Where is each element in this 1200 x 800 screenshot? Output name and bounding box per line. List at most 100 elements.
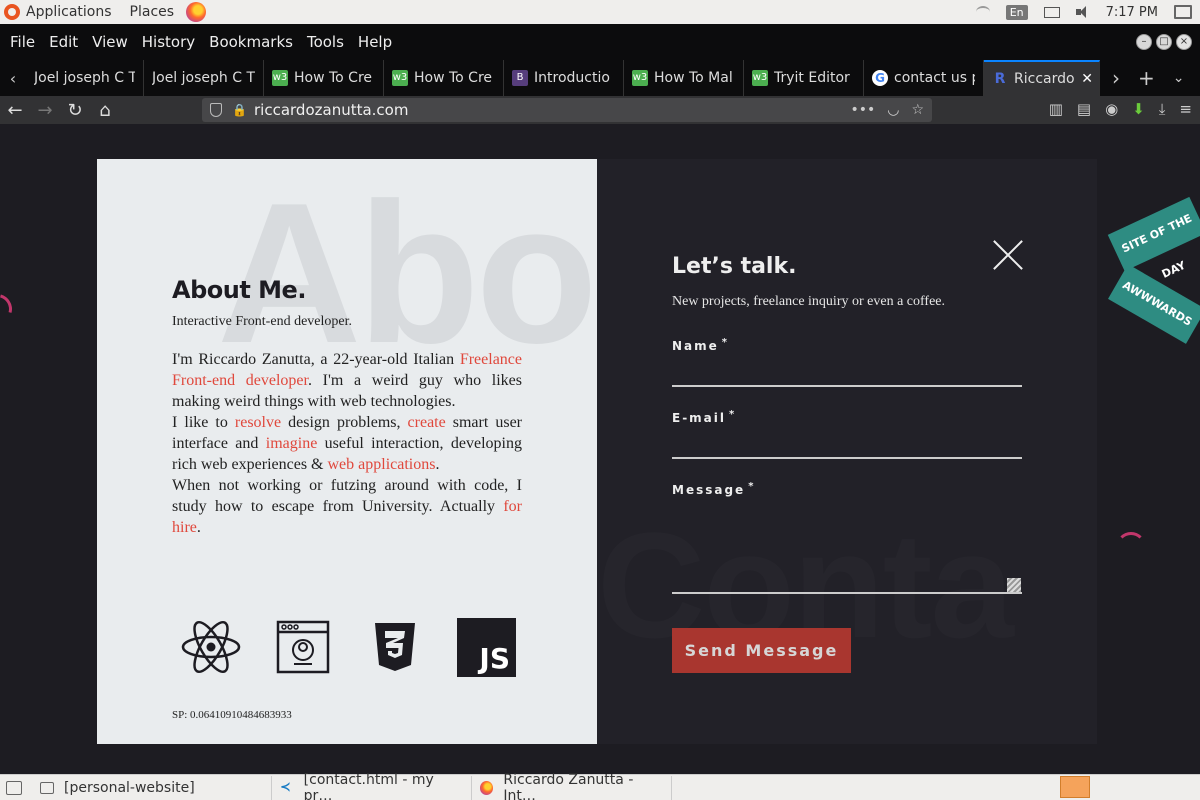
maximize-icon[interactable]: □ — [1156, 34, 1172, 50]
tab[interactable]: B Introductio — [504, 60, 624, 96]
window-close-icon[interactable]: × — [1176, 34, 1192, 50]
new-tab-icon[interactable]: + — [1138, 66, 1155, 90]
menu-edit[interactable]: Edit — [42, 33, 85, 51]
tab[interactable]: w3 How To Mal — [624, 60, 744, 96]
email-label: E-mail * — [672, 409, 736, 425]
page-actions-icon[interactable]: ••• — [850, 102, 875, 118]
message-field[interactable] — [672, 499, 1022, 594]
forward-icon[interactable]: → — [30, 100, 60, 121]
menu-history[interactable]: History — [135, 33, 202, 51]
menu-view[interactable]: View — [85, 33, 135, 51]
required-asterisk: * — [748, 481, 756, 492]
ubuntu-logo-icon — [4, 4, 20, 20]
applications-label: Applications — [26, 4, 112, 20]
navigation-bar: ← → ↻ ⌂ 🔒 riccardozanutta.com ••• ◡ ☆ ▥ … — [0, 96, 1200, 124]
downloads-icon[interactable]: ⤓ — [1159, 100, 1166, 118]
taskbar: [personal-website] ≺ [contact.html - my … — [0, 772, 1200, 800]
required-asterisk: * — [729, 409, 737, 420]
network-icon[interactable] — [975, 6, 990, 18]
workspace-switcher[interactable] — [1060, 776, 1090, 798]
tab[interactable]: w3 How To Cre — [264, 60, 384, 96]
tab[interactable]: Joel joseph C T — [144, 60, 264, 96]
css3-icon — [365, 617, 425, 677]
text-run: I'm Riccardo Zanutta, a 22-year-old Ital… — [172, 351, 460, 368]
url-actions: ••• ◡ ☆ — [850, 102, 924, 118]
tab-scroll-right-icon[interactable]: › — [1112, 66, 1120, 90]
panel-status-area: En 7:17 PM — [975, 0, 1200, 24]
keyboard-layout-indicator[interactable]: En — [1005, 4, 1028, 20]
applications-menu[interactable]: Applications — [0, 4, 112, 20]
message-label-text: Message — [672, 483, 746, 497]
taskbar-item-file-manager[interactable]: [personal-website] — [32, 775, 272, 800]
tab-label: Tryit Editor — [774, 70, 850, 86]
sidebar-icon[interactable]: ▤ — [1077, 100, 1091, 118]
tab[interactable]: w3 How To Cre — [384, 60, 504, 96]
about-body: I'm Riccardo Zanutta, a 22-year-old Ital… — [172, 349, 522, 538]
tab-bar: ‹ Joel joseph C T Joel joseph C T w3 How… — [0, 60, 1200, 96]
url-text[interactable]: riccardozanutta.com — [254, 101, 408, 119]
home-icon[interactable]: ⌂ — [90, 100, 120, 121]
menu-help[interactable]: Help — [351, 33, 399, 51]
pocket-icon[interactable]: ◡ — [887, 102, 899, 118]
menu-bar: File Edit View History Bookmarks Tools H… — [0, 24, 1200, 60]
volume-icon[interactable] — [1075, 6, 1090, 18]
tab-label: How To Cre — [414, 70, 493, 86]
send-message-button[interactable]: Send Message — [672, 628, 851, 673]
email-label-text: E-mail — [672, 411, 727, 425]
tab-close-icon[interactable]: ✕ — [1081, 71, 1093, 87]
about-paragraph-2: I like to resolve design problems, creat… — [172, 412, 522, 475]
awwwards-ribbon-top[interactable]: SITE OF THE DAY — [1107, 196, 1200, 281]
name-label: Name * — [672, 337, 729, 353]
react-icon — [181, 617, 241, 677]
highlight-create: create — [407, 414, 446, 431]
extension-download-icon[interactable]: ⬇ — [1132, 100, 1145, 118]
menu-file[interactable]: File — [3, 33, 42, 51]
power-menu-icon[interactable] — [1174, 5, 1192, 19]
tab-active[interactable]: R Riccardo ✕ — [984, 60, 1100, 96]
toolbar-right: ▥ ▤ ◉ ⬇ ⤓ ≡ — [1049, 100, 1192, 118]
tracking-protection-shield-icon[interactable] — [210, 103, 222, 117]
close-modal-icon[interactable] — [992, 239, 1024, 271]
url-bar[interactable]: 🔒 riccardozanutta.com ••• ◡ ☆ — [202, 98, 932, 122]
minimize-icon[interactable]: – — [1136, 34, 1152, 50]
tab[interactable]: Joel joseph C T — [26, 60, 144, 96]
email-field[interactable] — [672, 433, 1022, 459]
clock[interactable]: 7:17 PM — [1106, 5, 1158, 20]
places-menu[interactable]: Places — [130, 4, 175, 20]
tab[interactable]: G contact us p — [864, 60, 984, 96]
show-desktop-icon[interactable] — [6, 780, 22, 795]
text-run: design problems, — [281, 414, 408, 431]
tab-label: contact us p — [894, 70, 975, 86]
about-title: About Me. — [172, 276, 306, 304]
name-label-text: Name — [672, 339, 719, 353]
tab[interactable]: w3 Tryit Editor — [744, 60, 864, 96]
tab-label: Riccardo — [1014, 71, 1075, 87]
vscode-icon: ≺ — [280, 779, 291, 795]
name-field[interactable] — [672, 361, 1022, 387]
account-icon[interactable]: ◉ — [1105, 100, 1118, 118]
library-icon[interactable]: ▥ — [1049, 100, 1063, 118]
menu-bookmarks[interactable]: Bookmarks — [202, 33, 300, 51]
text-run: When not working or futzing around with … — [172, 477, 522, 515]
scroll-position-readout: SP: 0.06410910484683933 — [172, 709, 292, 721]
tab-label: Joel joseph C T — [152, 70, 255, 86]
contact-title: Let’s talk. — [672, 254, 797, 279]
firefox-launcher-icon[interactable] — [186, 2, 207, 22]
bookmark-star-icon[interactable]: ☆ — [911, 102, 924, 118]
hamburger-menu-icon[interactable]: ≡ — [1179, 100, 1192, 118]
back-icon[interactable]: ← — [0, 100, 30, 121]
textarea-resize-handle[interactable] — [1007, 578, 1021, 592]
tab-tools: › + ⌄ — [1112, 66, 1185, 90]
menu-tools[interactable]: Tools — [300, 33, 351, 51]
insecure-lock-icon[interactable]: 🔒 — [232, 103, 247, 117]
window-controls: – □ × — [1136, 34, 1192, 50]
message-label: Message * — [672, 481, 755, 497]
taskbar-item-vscode[interactable]: ≺ [contact.html - my pr… — [272, 772, 472, 800]
list-all-tabs-icon[interactable]: ⌄ — [1173, 70, 1185, 86]
tab-label: How To Cre — [294, 70, 373, 86]
reload-icon[interactable]: ↻ — [60, 100, 90, 121]
tab-scroll-left-icon[interactable]: ‹ — [0, 69, 26, 88]
taskbar-item-firefox[interactable]: Riccardo Zanutta - Int… — [472, 772, 672, 800]
mail-icon[interactable] — [1043, 6, 1060, 18]
web-design-icon — [273, 617, 333, 677]
